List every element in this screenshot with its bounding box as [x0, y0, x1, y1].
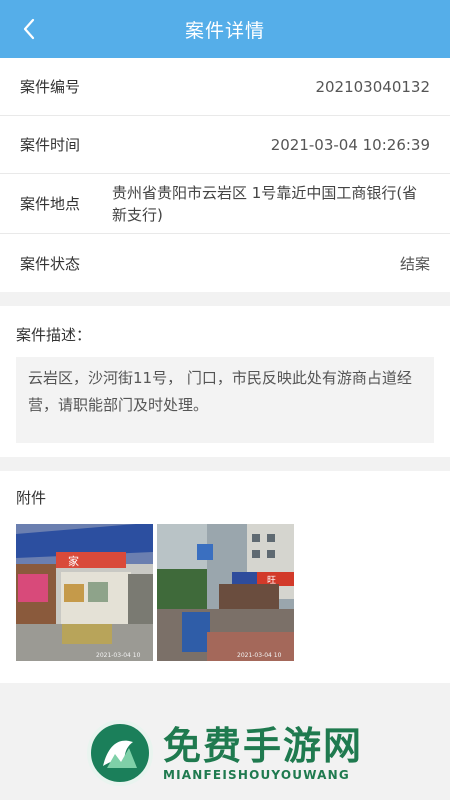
attachments-section: 附件 家 2021-03-04 10 旺 2021-03-04 10 [0, 471, 450, 683]
case-location-value: 贵州省贵阳市云岩区 1号靠近中国工商银行(省新支行) [112, 183, 418, 224]
page-title: 案件详情 [184, 19, 265, 42]
case-time-label: 案件时间 [20, 136, 81, 154]
watermark-title: 免费手游网 [162, 724, 363, 768]
attachment-photo-1[interactable]: 家 2021-03-04 10 [16, 524, 153, 661]
watermark-subtitle: MIANFEISHOUYOUWANG [162, 768, 350, 782]
chevron-left-icon [23, 18, 35, 40]
case-description-section: 案件描述： 云岩区，沙河街11号， 门口，市民反映此处有游商占道经营，请职能部门… [0, 306, 450, 457]
case-time-value: 2021-03-04 10:26:39 [270, 135, 430, 154]
photo-1-timestamp: 2021-03-04 10 [96, 652, 141, 659]
case-number-label: 案件编号 [20, 78, 81, 96]
attachments-title: 附件 [16, 489, 47, 507]
description-text: 云岩区，沙河街11号， 门口，市民反映此处有游商占道经营，请职能部门及时处理。 [16, 357, 434, 443]
attachment-photo-2[interactable]: 旺 2021-03-04 10 [157, 524, 294, 661]
case-number-row: 案件编号 202103040132 [0, 58, 450, 116]
case-details-card: 案件编号 202103040132 案件时间 2021-03-04 10:26:… [0, 58, 450, 292]
photo-1-sign-text: 家 [68, 554, 79, 568]
case-location-label: 案件地点 [20, 195, 81, 213]
case-number-value: 202103040132 [315, 77, 430, 96]
case-status-value: 结案 [399, 254, 430, 273]
photo-2-timestamp: 2021-03-04 10 [237, 652, 282, 659]
case-status-row: 案件状态 结案 [0, 234, 450, 292]
back-button[interactable] [14, 14, 44, 44]
app-header: 案件详情 [0, 0, 450, 58]
watermark-logo-icon [86, 720, 153, 786]
case-location-row: 案件地点 贵州省贵阳市云岩区 1号靠近中国工商银行(省新支行) [0, 174, 450, 234]
site-watermark: 免费手游网 MIANFEISHOUYOUWANG [0, 706, 450, 800]
case-status-label: 案件状态 [20, 254, 81, 273]
case-time-row: 案件时间 2021-03-04 10:26:39 [0, 116, 450, 174]
description-title: 案件描述： [16, 326, 92, 344]
